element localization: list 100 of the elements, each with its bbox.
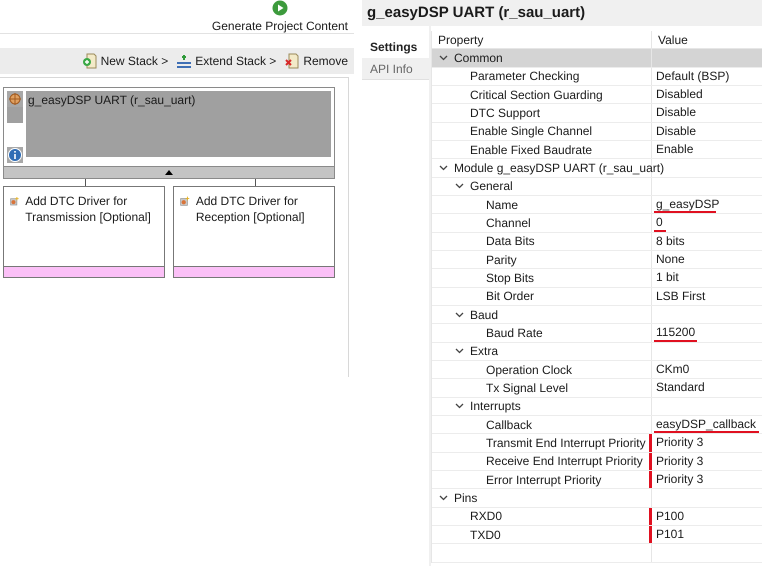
property-row[interactable]: TXD0 P101	[432, 526, 762, 544]
property-row[interactable]: Critical Section Guarding Disabled	[432, 86, 762, 104]
property-value: 1 bit	[656, 271, 679, 284]
property-name: Callback	[486, 416, 532, 434]
property-row[interactable]: Operation Clock CKm0	[432, 360, 762, 380]
property-row[interactable]: Bit Order LSB First	[432, 288, 762, 306]
property-value: Enable	[656, 143, 694, 156]
toolbar-button[interactable]: Remove	[284, 52, 348, 70]
document-x-icon	[284, 53, 300, 69]
property-value: Default (BSP)	[656, 70, 730, 83]
property-row[interactable]: Callback easyDSP_callback	[432, 416, 762, 434]
property-value: Priority 3	[656, 436, 704, 450]
properties-title: g_easyDSP UART (r_sau_uart)	[366, 2, 586, 23]
property-name: Error Interrupt Priority	[486, 472, 602, 489]
property-row[interactable]: Enable Single Channel Disable	[432, 122, 762, 141]
property-name: Enable Single Channel	[470, 123, 592, 140]
property-name: Operation Clock	[486, 362, 572, 379]
property-value: Priority 3	[656, 454, 704, 468]
property-name: Baud Rate	[486, 324, 543, 342]
toolbar-button[interactable]: Extend Stack >	[176, 52, 276, 70]
property-row[interactable]: Receive End Interrupt Priority Priority 3	[432, 452, 762, 471]
property-value: Disabled	[656, 88, 703, 102]
column-header[interactable]: Property	[432, 31, 652, 48]
collapse-chevron-icon[interactable]	[439, 494, 448, 501]
layers-plus-icon	[176, 53, 192, 69]
property-name: Tx Signal Level	[486, 380, 568, 397]
property-row[interactable]: Name g_easyDSP	[432, 196, 762, 214]
group-row[interactable]: Baud	[432, 306, 762, 324]
property-row[interactable]: Stop Bits 1 bit	[432, 269, 762, 288]
property-value: 115200	[656, 326, 696, 340]
group-row[interactable]: Pins	[432, 489, 762, 508]
tab[interactable]: API Info	[362, 58, 429, 80]
property-name: Interrupts	[470, 398, 521, 416]
collapse-chevron-icon[interactable]	[455, 348, 464, 354]
group-row[interactable]: Module g_easyDSP UART (r_sau_uart)	[432, 159, 762, 178]
toolbar-button[interactable]: New Stack >	[82, 52, 168, 70]
property-value: 0	[656, 216, 663, 230]
property-name: Data Bits	[486, 233, 535, 250]
property-name: Enable Fixed Baudrate	[470, 142, 592, 159]
property-name: General	[470, 178, 513, 196]
property-value: 8 bits	[656, 234, 685, 248]
property-name: Parity	[486, 252, 517, 269]
info-icon[interactable]	[7, 147, 23, 163]
property-name: Name	[486, 196, 518, 214]
property-value: Standard	[656, 381, 705, 394]
property-name: Extra	[470, 343, 498, 360]
property-name: Receive End Interrupt Priority	[486, 453, 643, 470]
property-row[interactable]: Tx Signal Level Standard	[432, 379, 762, 398]
module-title: g_easyDSP UART (r_sau_uart)	[28, 93, 196, 107]
module-label: Add DTC Driver for Reception [Optional]	[196, 193, 306, 226]
property-row[interactable]: DTC Support Disable	[432, 104, 762, 123]
group-row[interactable]: General	[432, 178, 762, 196]
property-name: Module g_easyDSP UART (r_sau_uart)	[454, 160, 664, 177]
collapse-arrow-icon	[165, 170, 173, 175]
property-name: TXD0	[470, 526, 501, 544]
property-value: Disable	[656, 124, 696, 138]
play-icon	[272, 0, 288, 16]
property-value: P101	[656, 528, 684, 542]
property-name: Transmit End Interrupt Priority	[486, 434, 646, 452]
property-value: P100	[656, 510, 684, 523]
status-square-icon	[7, 107, 23, 123]
optional-module-card[interactable]: Add DTC Driver for Reception [Optional]	[173, 186, 335, 278]
target-icon	[7, 91, 23, 107]
group-row[interactable]: Common	[432, 49, 762, 68]
property-name: Common	[454, 50, 503, 67]
property-row[interactable]: Parity None	[432, 250, 762, 270]
optional-module-card[interactable]: Add DTC Driver for Transmission [Optional]	[3, 186, 165, 278]
property-row[interactable]: Parameter Checking Default (BSP)	[432, 68, 762, 86]
property-value: easyDSP_callback	[656, 418, 756, 432]
property-name: DTC Support	[470, 104, 540, 122]
module-label: Add DTC Driver for Transmission [Optional]	[25, 193, 152, 226]
collapse-chevron-icon[interactable]	[455, 183, 464, 190]
property-name: Channel	[486, 214, 531, 232]
property-name: Bit Order	[486, 288, 534, 306]
property-row[interactable]: Channel 0	[432, 214, 762, 233]
property-row[interactable]: Enable Fixed Baudrate Enable	[432, 140, 762, 160]
collapse-chevron-icon[interactable]	[439, 164, 448, 171]
collapse-chevron-icon[interactable]	[455, 403, 464, 410]
property-row[interactable]: Baud Rate 115200	[432, 324, 762, 343]
property-value: Disable	[656, 106, 696, 120]
property-row[interactable]: RXD0 P100	[432, 508, 762, 526]
property-value: g_easyDSP	[656, 198, 720, 212]
property-value: CKm0	[656, 363, 690, 376]
property-name: Baud	[470, 306, 498, 324]
group-row[interactable]: Interrupts	[432, 398, 762, 416]
collapse-chevron-icon[interactable]	[455, 312, 464, 318]
stack-module-card[interactable]: g_easyDSP UART (r_sau_uart)	[3, 87, 335, 179]
property-value: LSB First	[656, 290, 706, 303]
property-name: Pins	[454, 490, 478, 507]
property-row[interactable]: Transmit End Interrupt Priority Priority 3	[432, 434, 762, 453]
property-value: None	[656, 253, 685, 266]
generate-project-content-button[interactable]: Generate Project Content	[212, 0, 348, 33]
group-row[interactable]: Extra	[432, 342, 762, 361]
column-header[interactable]: Value	[652, 31, 762, 48]
property-row[interactable]: Error Interrupt Priority Priority 3	[432, 470, 762, 490]
property-value: Priority 3	[656, 473, 704, 486]
document-plus-icon	[82, 53, 98, 69]
property-row[interactable]: Data Bits 8 bits	[432, 232, 762, 251]
collapse-chevron-icon[interactable]	[439, 54, 448, 61]
property-name: Parameter Checking	[470, 68, 580, 86]
